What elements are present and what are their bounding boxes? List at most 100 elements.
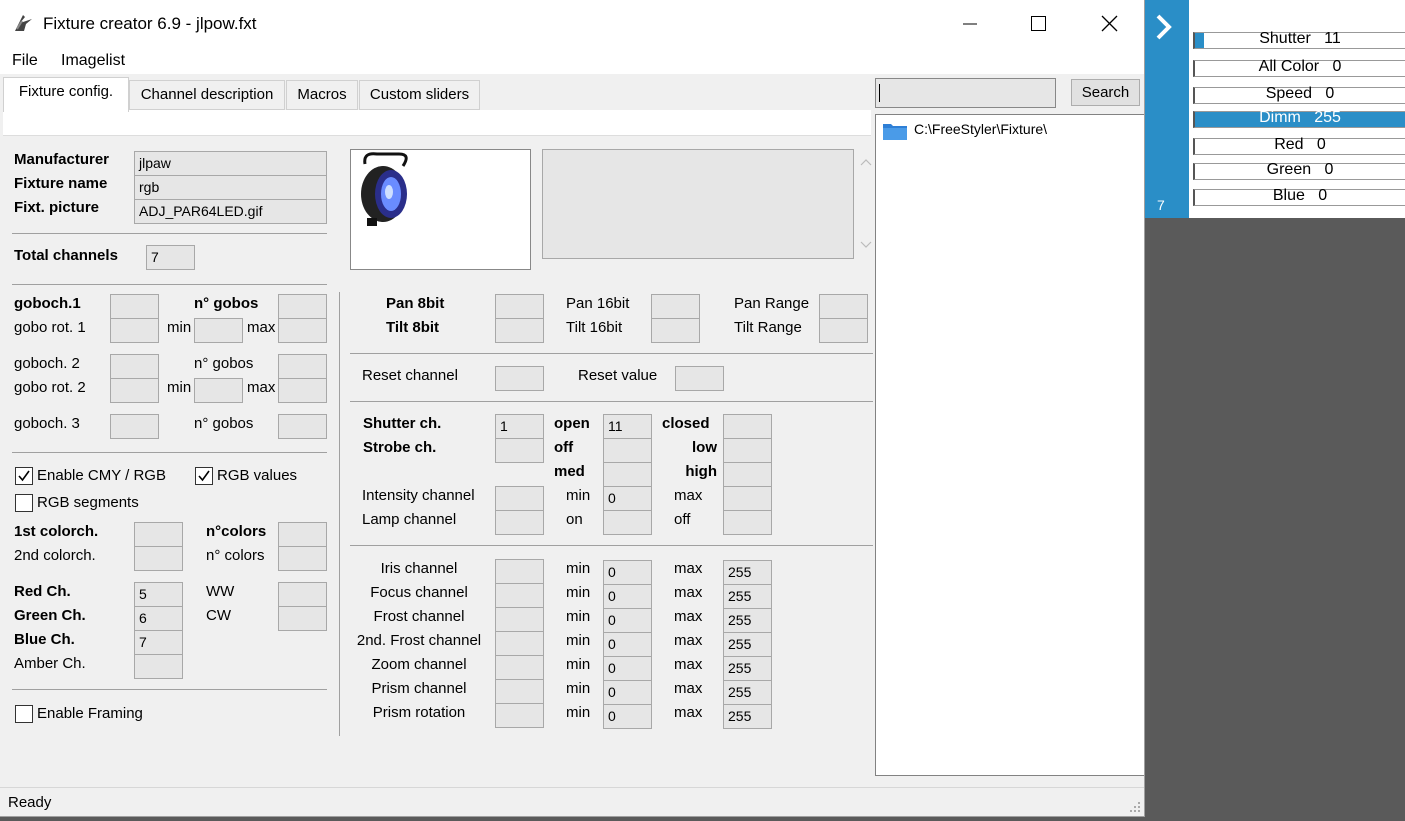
pan-range-field[interactable]: [819, 294, 868, 319]
channel-slider[interactable]: Blue 0: [1193, 187, 1405, 206]
tree-root-item[interactable]: C:\FreeStyler\Fixture\: [914, 121, 1047, 137]
reset-value-field[interactable]: [675, 366, 724, 391]
search-input[interactable]: [875, 78, 1056, 108]
goboch2-field[interactable]: [110, 354, 159, 379]
maximize-button[interactable]: [1015, 8, 1061, 40]
fixture-name-field[interactable]: rgb: [134, 175, 327, 200]
gobo-rot2-field[interactable]: [110, 378, 159, 403]
enable-framing-checkbox[interactable]: [15, 705, 33, 723]
effect-min-field[interactable]: 0: [603, 584, 652, 609]
channel-slider[interactable]: Dimm 255: [1193, 109, 1405, 128]
effect-max-field[interactable]: 255: [723, 560, 772, 585]
effect-channel-field[interactable]: [495, 679, 544, 704]
ncolors1-field[interactable]: [278, 522, 327, 547]
rgb-values-checkbox[interactable]: [195, 467, 213, 485]
effect-max-field[interactable]: 255: [723, 608, 772, 633]
strobe-ch-field[interactable]: [495, 438, 544, 463]
open-field[interactable]: 11: [603, 414, 652, 439]
close-button[interactable]: [1086, 8, 1132, 40]
low-field[interactable]: [723, 438, 772, 463]
tilt-range-field[interactable]: [819, 318, 868, 343]
tilt8-field[interactable]: [495, 318, 544, 343]
fixture-picture-field[interactable]: ADJ_PAR64LED.gif: [134, 199, 327, 224]
intensity-max-field[interactable]: [723, 486, 772, 511]
tab-macros[interactable]: Macros: [286, 80, 358, 110]
ngobos2-field[interactable]: [278, 354, 327, 379]
minimize-button[interactable]: [946, 8, 992, 40]
pan8-field[interactable]: [495, 294, 544, 319]
effect-channel-field[interactable]: [495, 703, 544, 728]
goboch1-field[interactable]: [110, 294, 159, 319]
effect-min-field[interactable]: 0: [603, 608, 652, 633]
effect-max-field[interactable]: 255: [723, 632, 772, 657]
rgb-segments-checkbox[interactable]: [15, 494, 33, 512]
gobo-rot2-min-field[interactable]: [194, 378, 243, 403]
channel-slider[interactable]: Shutter 11: [1193, 30, 1405, 49]
effect-min-field[interactable]: 0: [603, 632, 652, 657]
channel-slider[interactable]: Red 0: [1193, 136, 1405, 155]
effect-channel-field[interactable]: [495, 583, 544, 608]
high-field[interactable]: [723, 462, 772, 487]
tab-custom-sliders[interactable]: Custom sliders: [359, 80, 480, 110]
tab-fixture-config[interactable]: Fixture config.: [3, 77, 129, 112]
notes-textarea[interactable]: [542, 149, 854, 259]
tab-channel-description[interactable]: Channel description: [129, 80, 285, 110]
colorch2-field[interactable]: [134, 546, 183, 571]
lamp-channel-field[interactable]: [495, 510, 544, 535]
cw-field[interactable]: [278, 606, 327, 631]
effect-channel-field[interactable]: [495, 607, 544, 632]
search-button[interactable]: Search: [1071, 79, 1140, 106]
intensity-min-field[interactable]: 0: [603, 486, 652, 511]
ncolors2-field[interactable]: [278, 546, 327, 571]
blue-ch-field[interactable]: 7: [134, 630, 183, 655]
ngobos1-field[interactable]: [278, 294, 327, 319]
closed-field[interactable]: [723, 414, 772, 439]
effect-channel-field[interactable]: [495, 559, 544, 584]
tilt16-field[interactable]: [651, 318, 700, 343]
green-ch-field[interactable]: 6: [134, 606, 183, 631]
off-field[interactable]: [603, 438, 652, 463]
gobo-rot1-field[interactable]: [110, 318, 159, 343]
pan16-field[interactable]: [651, 294, 700, 319]
red-ch-field[interactable]: 5: [134, 582, 183, 607]
effect-max-field[interactable]: 255: [723, 680, 772, 705]
effect-channel-field[interactable]: [495, 655, 544, 680]
ngobos3-field[interactable]: [278, 414, 327, 439]
fixture-picture-preview[interactable]: [350, 149, 531, 270]
effect-max-field[interactable]: 255: [723, 656, 772, 681]
channel-slider[interactable]: Speed 0: [1193, 85, 1405, 104]
manufacturer-field[interactable]: jlpaw: [134, 151, 327, 176]
effect-max-field[interactable]: 255: [723, 584, 772, 609]
effect-max-field[interactable]: 255: [723, 704, 772, 729]
colorch1-field[interactable]: [134, 522, 183, 547]
effect-min-field[interactable]: 0: [603, 656, 652, 681]
chevron-right-icon[interactable]: [1153, 12, 1175, 46]
gobo-rot2-max-field[interactable]: [278, 378, 327, 403]
gobo-rot1-min-field[interactable]: [194, 318, 243, 343]
lamp-on-field[interactable]: [603, 510, 652, 535]
enable-cmy-checkbox[interactable]: [15, 467, 33, 485]
amber-ch-field[interactable]: [134, 654, 183, 679]
channel-slider[interactable]: All Color 0: [1193, 58, 1405, 77]
goboch3-field[interactable]: [110, 414, 159, 439]
menu-imagelist[interactable]: Imagelist: [61, 52, 125, 70]
channel-slider[interactable]: Green 0: [1193, 161, 1405, 180]
notes-scrollbar[interactable]: [855, 149, 875, 259]
effect-channel-field[interactable]: [495, 631, 544, 656]
folder-tree[interactable]: C:\FreeStyler\Fixture\: [875, 114, 1144, 776]
effect-min-label: min: [566, 632, 591, 649]
gobo-rot1-max-field[interactable]: [278, 318, 327, 343]
effect-min-field[interactable]: 0: [603, 680, 652, 705]
med-field[interactable]: [603, 462, 652, 487]
menu-file[interactable]: File: [12, 52, 38, 70]
effect-min-field[interactable]: 0: [603, 704, 652, 729]
lamp-off-field[interactable]: [723, 510, 772, 535]
intensity-channel-field[interactable]: [495, 486, 544, 511]
total-channels-field[interactable]: 7: [146, 245, 195, 270]
resize-grip-icon[interactable]: [1128, 800, 1142, 814]
effect-min-field[interactable]: 0: [603, 560, 652, 585]
reset-channel-field[interactable]: [495, 366, 544, 391]
pan8-label: Pan 8bit: [386, 295, 445, 312]
shutter-ch-field[interactable]: 1: [495, 414, 544, 439]
ww-field[interactable]: [278, 582, 327, 607]
